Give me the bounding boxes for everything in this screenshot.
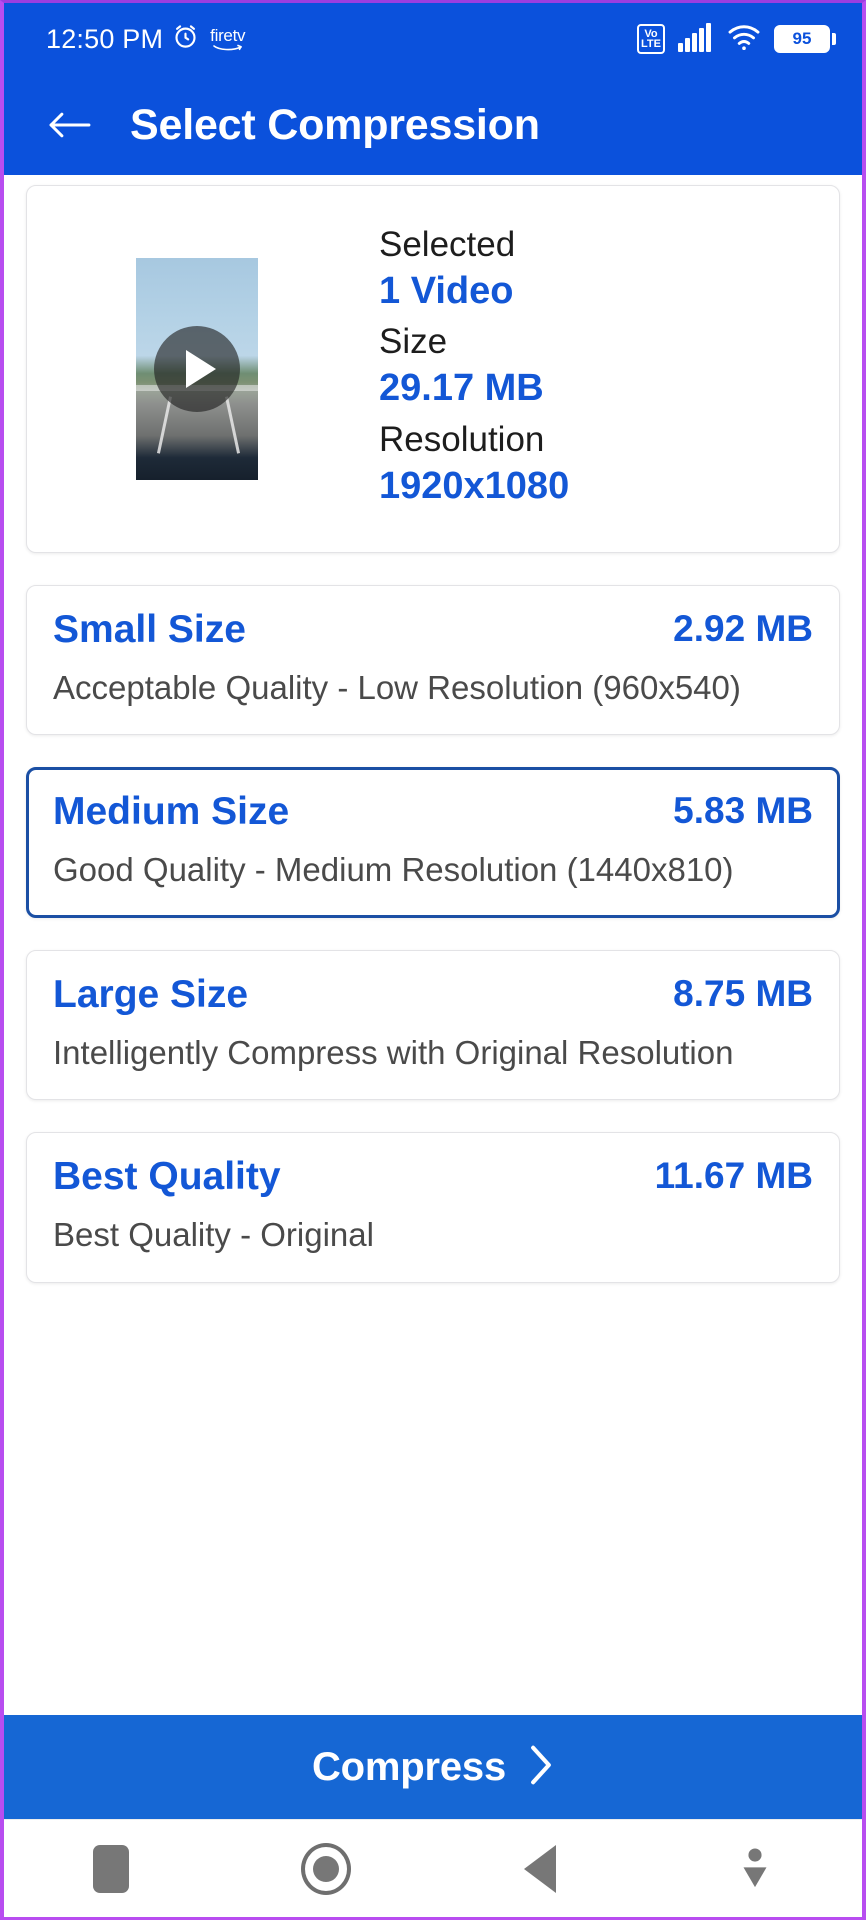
- option-title: Medium Size: [53, 790, 290, 834]
- cellular-signal-icon: [678, 22, 714, 57]
- option-card-large-size[interactable]: Large Size 8.75 MB Intelligently Compres…: [26, 949, 840, 1101]
- content-area: Selected 1 Video Size 29.17 MB Resolutio…: [4, 175, 862, 1917]
- option-description: Best Quality - Original: [53, 1216, 374, 1254]
- home-circle-icon[interactable]: [219, 1842, 434, 1895]
- info-label-resolution: Resolution: [379, 419, 545, 459]
- video-thumbnail[interactable]: [27, 258, 367, 480]
- info-value-selected: 1 Video: [379, 269, 514, 312]
- compress-button-label: Compress: [311, 1744, 507, 1789]
- battery-level-text: 95: [774, 25, 830, 53]
- thumbnail-lane-left: [156, 395, 172, 454]
- option-size: 5.83 MB: [673, 790, 813, 832]
- phone-screen: 12:50 PM firetv Vo LTE 95 Select Compres…: [0, 0, 866, 1920]
- info-value-size: 29.17 MB: [379, 367, 544, 410]
- volte-icon: Vo LTE: [637, 24, 665, 54]
- back-triangle-shape: [524, 1844, 557, 1893]
- recents-square-shape: [93, 1844, 130, 1893]
- option-size: 11.67 MB: [654, 1155, 813, 1197]
- option-description: Good Quality - Medium Resolution (1440x8…: [53, 851, 734, 889]
- option-header: Best Quality 11.67 MB: [53, 1155, 813, 1200]
- option-size: 8.75 MB: [673, 972, 813, 1014]
- play-icon[interactable]: [154, 326, 240, 412]
- option-size: 2.92 MB: [673, 608, 813, 649]
- option-card-medium-size[interactable]: Medium Size 5.83 MB Good Quality - Mediu…: [26, 767, 840, 918]
- page-title: Select Compression: [130, 100, 540, 149]
- recents-square-icon[interactable]: [4, 1844, 219, 1893]
- info-label-size: Size: [379, 322, 448, 362]
- option-description: Intelligently Compress with Original Res…: [53, 1033, 734, 1071]
- battery-indicator: 95: [774, 25, 836, 53]
- option-header: Large Size 8.75 MB: [53, 973, 813, 1018]
- status-bar-right: Vo LTE 95: [637, 22, 836, 57]
- video-thumbnail-image: [136, 258, 258, 480]
- option-card-small-size[interactable]: Small Size 2.92 MB Acceptable Quality - …: [26, 585, 840, 736]
- app-bar: Select Compression: [4, 75, 862, 175]
- alarm-clock-icon: [172, 23, 199, 55]
- compress-button[interactable]: Compress: [4, 1715, 862, 1819]
- hide-keyboard-shape: [743, 1847, 767, 1887]
- firetv-wordmark: firetv: [210, 25, 246, 45]
- back-arrow-icon[interactable]: [42, 97, 98, 153]
- play-triangle: [186, 350, 216, 388]
- selected-video-card: Selected 1 Video Size 29.17 MB Resolutio…: [26, 185, 840, 553]
- chevron-right-icon: [528, 1743, 554, 1792]
- option-title: Small Size: [53, 608, 246, 651]
- thumbnail-lane-right: [224, 395, 240, 454]
- home-circle-inner: [312, 1855, 339, 1882]
- info-value-resolution: 1920x1080: [379, 464, 570, 507]
- video-info-list: Selected 1 Video Size 29.17 MB Resolutio…: [367, 223, 839, 515]
- option-title: Best Quality: [53, 1155, 281, 1199]
- home-circle-outer: [300, 1842, 351, 1895]
- option-description: Acceptable Quality - Low Resolution (960…: [53, 668, 741, 706]
- battery-cap-icon: [832, 33, 836, 45]
- status-bar-left: 12:50 PM firetv: [46, 23, 246, 55]
- hide-keyboard-icon[interactable]: [648, 1846, 863, 1892]
- option-title: Large Size: [53, 972, 249, 1016]
- back-triangle-icon[interactable]: [433, 1844, 648, 1893]
- status-bar: 12:50 PM firetv Vo LTE 95: [4, 3, 862, 75]
- amazon-smile-icon: [212, 44, 242, 50]
- firetv-logo: firetv: [210, 25, 246, 52]
- status-time: 12:50 PM: [46, 23, 164, 54]
- info-label-selected: Selected: [379, 224, 516, 264]
- system-navigation-bar: [4, 1819, 862, 1917]
- option-header: Medium Size 5.83 MB: [53, 790, 813, 835]
- option-card-best-quality[interactable]: Best Quality 11.67 MB Best Quality - Ori…: [26, 1132, 840, 1283]
- option-header: Small Size 2.92 MB: [53, 608, 813, 653]
- wifi-icon: [727, 23, 761, 56]
